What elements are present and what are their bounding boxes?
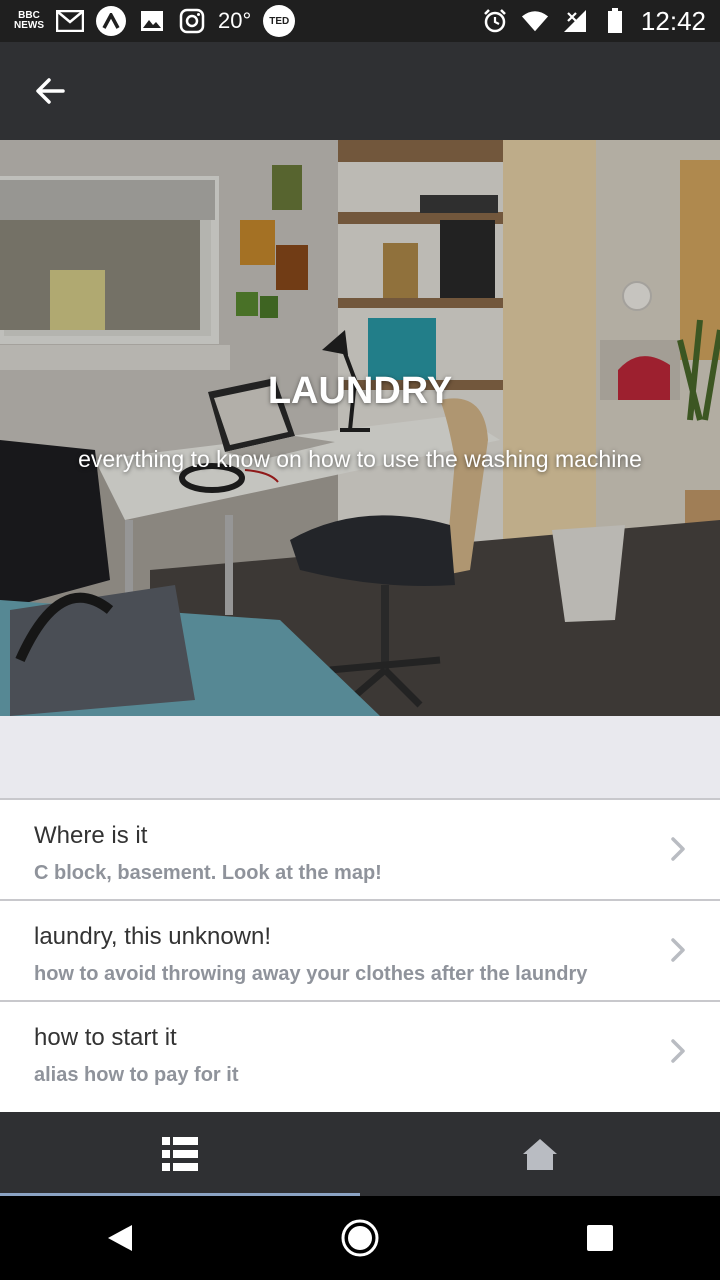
nav-home-button[interactable] xyxy=(330,1208,390,1268)
notification-icons: BBC NEWS 20° TED xyxy=(14,5,481,37)
nav-recents-button[interactable] xyxy=(570,1208,630,1268)
bbc-news-icon: BBC NEWS xyxy=(14,11,44,31)
list-item-subtitle: C block, basement. Look at the map! xyxy=(34,862,382,884)
battery-icon xyxy=(601,8,629,33)
topic-list: Where is it C block, basement. Look at t… xyxy=(0,798,720,1112)
list-icon xyxy=(162,1137,198,1171)
nav-back-button[interactable] xyxy=(90,1208,150,1268)
status-bar: BBC NEWS 20° TED 12:42 xyxy=(0,0,720,42)
ted-label: TED xyxy=(269,15,290,27)
system-nav-bar xyxy=(0,1196,720,1280)
chevron-right-icon xyxy=(671,938,685,962)
alarm-icon xyxy=(481,9,509,33)
app-a-icon xyxy=(96,6,126,36)
list-item-laundry-unknown[interactable]: laundry, this unknown! how to avoid thro… xyxy=(0,899,720,1000)
app-bar xyxy=(0,42,720,140)
temperature-label: 20° xyxy=(218,8,252,33)
hero-banner: LAUNDRY everything to know on how to use… xyxy=(0,140,720,716)
list-item-how-to-start[interactable]: how to start it alias how to pay for it xyxy=(0,1000,720,1101)
clock: 12:42 xyxy=(640,5,706,36)
square-recents-icon xyxy=(587,1225,613,1251)
list-item-subtitle: how to avoid throwing away your clothes … xyxy=(34,963,588,985)
section-spacer xyxy=(0,716,720,798)
tab-home[interactable] xyxy=(360,1112,720,1196)
chevron-right-icon xyxy=(671,837,685,861)
wifi-icon xyxy=(521,9,549,33)
list-item-subtitle: alias how to pay for it xyxy=(34,1064,239,1086)
hero-title: LAUNDRY xyxy=(267,370,453,412)
list-item-title: Where is it xyxy=(34,822,148,849)
circle-home-icon xyxy=(341,1219,379,1257)
tab-list[interactable] xyxy=(0,1112,360,1196)
chevron-right-icon xyxy=(671,1039,685,1063)
list-item-where-is-it[interactable]: Where is it C block, basement. Look at t… xyxy=(0,798,720,899)
instagram-icon xyxy=(178,8,206,34)
signal-icon xyxy=(561,9,589,33)
arrow-left-icon xyxy=(36,78,65,104)
triangle-back-icon xyxy=(108,1225,132,1251)
hero-subtitle: everything to know on how to use the was… xyxy=(78,446,642,472)
home-icon xyxy=(523,1139,557,1170)
bottom-tab-bar xyxy=(0,1112,720,1196)
gallery-icon xyxy=(138,9,166,33)
back-button[interactable] xyxy=(34,75,66,107)
list-item-title: laundry, this unknown! xyxy=(34,923,272,950)
system-icons: 12:42 xyxy=(481,6,706,37)
list-item-title: how to start it xyxy=(34,1024,177,1051)
ted-icon: TED xyxy=(263,5,296,37)
hero-room-illustration xyxy=(0,140,720,716)
gmail-icon xyxy=(56,9,84,33)
bbc-news-label: BBC NEWS xyxy=(14,10,44,31)
